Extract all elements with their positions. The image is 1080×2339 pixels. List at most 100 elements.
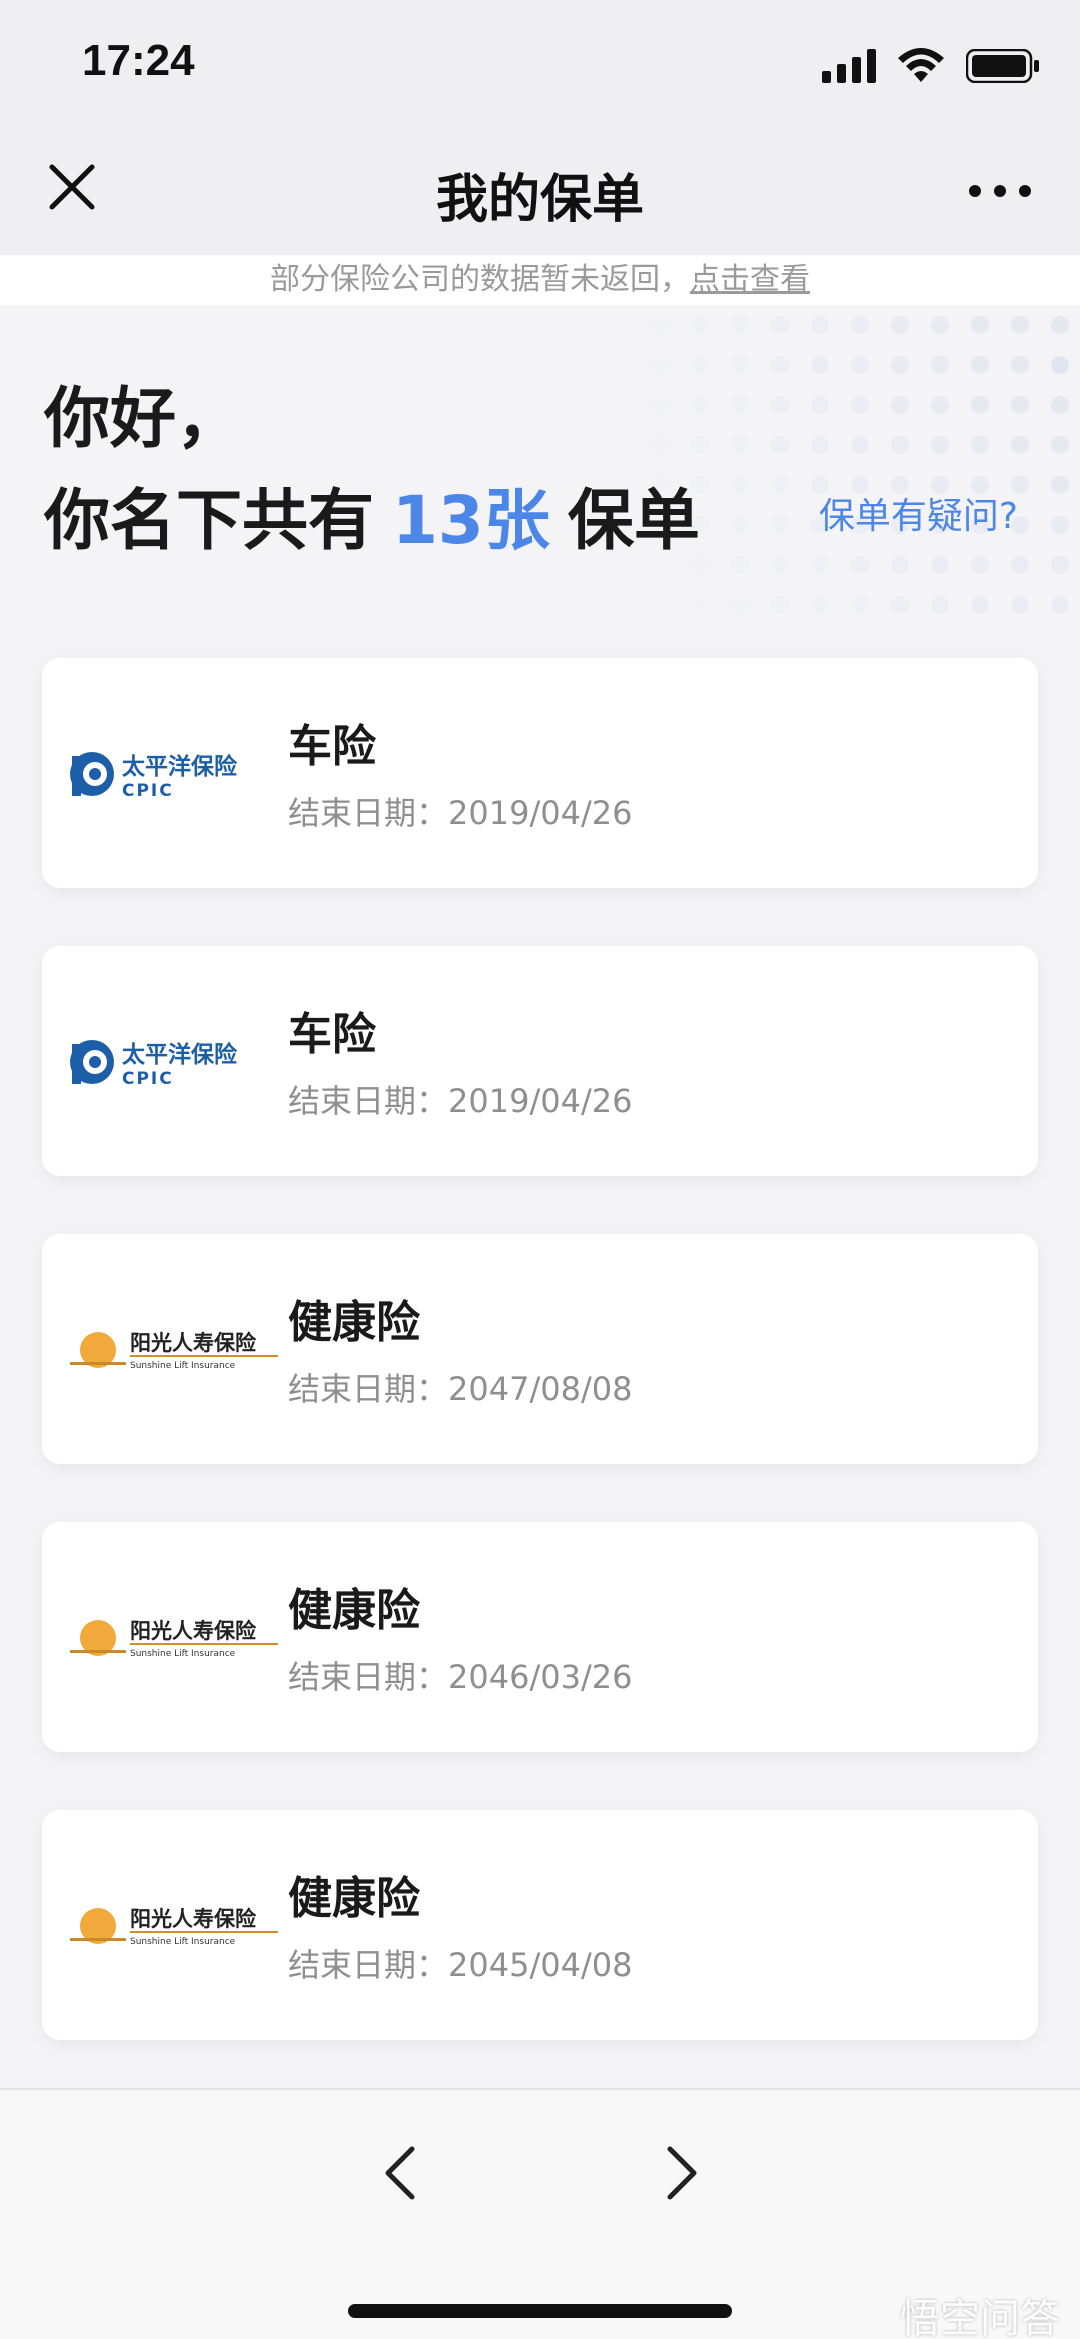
insurer-name-en: Sunshine Lift Insurance [130,1937,236,1947]
insurer-name-en: Sunshine Lift Insurance [130,1361,236,1371]
date-label: 结束日期： [288,1658,449,1696]
greeting-hello: 你好， [44,380,242,457]
decor-dot [731,476,749,494]
decor-dot [651,316,669,334]
decor-dot [851,436,869,454]
policy-end-date: 结束日期：2047/08/08 [288,1364,632,1410]
date-value: 2046/03/26 [448,1658,633,1696]
policy-card[interactable]: 阳光人寿保险 Sunshine Lift Insurance 健康险 结束日期：… [42,1810,1038,2040]
notice-banner: 部分保险公司的数据暂未返回，点击查看 [0,255,1080,305]
decor-dot [811,356,829,374]
policy-title: 健康险 [288,1585,420,1636]
notice-text: 部分保险公司的数据暂未返回， [270,262,690,297]
decor-dot [971,436,989,454]
insurer-name: 阳光人寿保险 [130,1619,257,1643]
insurer-name-en: Sunshine Lift Insurance [130,1649,236,1659]
signal-icon [822,49,876,83]
decor-dot [1051,436,1069,454]
decor-dot [1051,396,1069,414]
decor-dot [771,476,789,494]
insurer-name: 太平洋保险 [122,1041,238,1068]
decor-dot [1011,396,1029,414]
date-label: 结束日期： [288,1370,449,1408]
back-button[interactable] [370,2138,430,2208]
decor-dot [691,396,709,414]
policy-card[interactable]: 阳光人寿保险 Sunshine Lift Insurance 健康险 结束日期：… [42,1234,1038,1464]
policy-title: 健康险 [288,1297,420,1348]
greeting-summary: 你名下共有 13张 保单 [44,467,700,563]
decor-dot [691,596,709,614]
sunshine-logo-icon: 阳光人寿保险 Sunshine Lift Insurance [70,1907,278,1947]
greeting-suffix: 保单 [567,482,700,559]
decor-dot [891,596,909,614]
decor-dot [1051,316,1069,334]
sunshine-logo-icon: 阳光人寿保险 Sunshine Lift Insurance [70,1331,278,1371]
decor-dot [1051,516,1069,534]
decor-dot [851,396,869,414]
sunshine-logo-icon: 阳光人寿保险 Sunshine Lift Insurance [70,1619,278,1659]
decor-dot [731,596,749,614]
status-time: 17:24 [82,36,195,85]
greeting-prefix: 你名下共有 [44,482,374,559]
decor-dot [891,316,909,334]
decor-dot [931,356,949,374]
decor-dot [971,316,989,334]
policy-question-link[interactable]: 保单有疑问? [819,487,1018,539]
policy-end-date: 结束日期：2046/03/26 [288,1652,632,1698]
decor-dot [931,596,949,614]
decor-dot [771,396,789,414]
policy-card[interactable]: 太平洋保险 CPIC 车险 结束日期：2019/04/26 [42,658,1038,888]
decor-dot [651,396,669,414]
decor-dot [811,396,829,414]
decor-dot [731,436,749,454]
decor-dot [1051,556,1069,574]
cpic-logo-icon: 太平洋保险 CPIC [70,752,238,801]
watermark: 悟空问答 [900,2296,1060,2339]
decor-dot [771,316,789,334]
nav-bar: 我的保单 [0,135,1080,255]
decor-dot [931,436,949,454]
decor-dot [1051,476,1069,494]
forward-button[interactable] [652,2138,712,2208]
home-indicator[interactable] [348,2304,732,2318]
insurer-name-en: CPIC [122,1069,174,1089]
policy-title: 车险 [288,721,376,772]
decor-dot [651,356,669,374]
date-value: 2047/08/08 [448,1370,633,1408]
date-value: 2019/04/26 [448,794,633,832]
decor-dot [691,436,709,454]
decor-dot [771,356,789,374]
decor-dot [1011,356,1029,374]
bottom-toolbar: 悟空问答 [0,2088,1080,2339]
greeting-area: 你好， 你名下共有 13张 保单 保单有疑问? [0,305,1080,645]
status-icons [822,46,1040,86]
decor-dot [851,556,869,574]
chevron-left-icon [385,2146,415,2200]
decor-dot [891,396,909,414]
more-icon [969,185,1031,197]
decor-dot [851,356,869,374]
decor-dot [771,436,789,454]
decor-dot [691,356,709,374]
decor-dot [1051,596,1069,614]
decor-dot [1051,356,1069,374]
policy-card[interactable]: 太平洋保险 CPIC 车险 结束日期：2019/04/26 [42,946,1038,1176]
decor-dot [1011,436,1029,454]
decor-dot [811,556,829,574]
decor-dot [731,556,749,574]
page-title: 我的保单 [435,170,644,230]
decor-dot [651,436,669,454]
decor-dot [771,516,789,534]
date-label: 结束日期： [288,1082,449,1120]
policy-card[interactable]: 阳光人寿保险 Sunshine Lift Insurance 健康险 结束日期：… [42,1522,1038,1752]
notice-link[interactable]: 点击查看 [690,262,810,297]
decor-dot [891,556,909,574]
decor-dot [851,596,869,614]
more-button[interactable] [960,163,1040,219]
decor-dot [1011,316,1029,334]
policy-count: 13张 [392,482,550,559]
decor-dot [971,596,989,614]
decor-dot [731,396,749,414]
status-bar: 17:24 [0,0,1080,135]
policy-title: 健康险 [288,1873,420,1924]
